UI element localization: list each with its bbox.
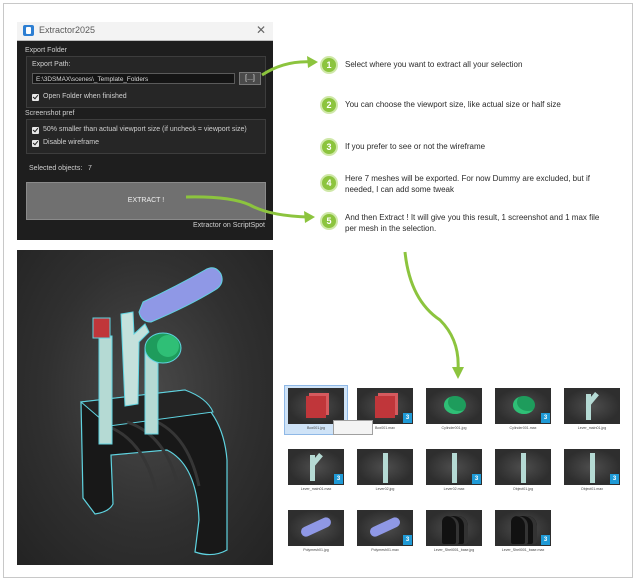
blue-handle-thumbnail-shape: [368, 515, 402, 539]
result-filename: Lever_main01.jpg: [577, 426, 607, 430]
arrow-to-step1: [261, 60, 314, 77]
max-file-icon: 3: [541, 535, 550, 545]
result-thumbnail: 3: [357, 388, 413, 424]
joystick-model: [79, 267, 228, 556]
green-cylinder-cap: [157, 335, 179, 357]
result-thumbnail: [288, 510, 344, 546]
blue-handle-thumbnail-shape: [299, 515, 333, 539]
straight-lever-thumbnail-shape: [452, 453, 457, 483]
result-filename: Lever02.max: [443, 487, 465, 491]
blue-handle: [138, 267, 223, 323]
result-filename: Lever_main01.max: [300, 487, 332, 491]
max-file-icon: 3: [610, 474, 619, 484]
result-file-item[interactable]: Cylinder001.jpg: [423, 386, 485, 434]
result-thumbnail: [426, 388, 482, 424]
result-file-item[interactable]: 3 Lever_main01.max: [285, 447, 347, 495]
green-cylinder-thumbnail-shape: [513, 396, 535, 414]
result-filename: Lever02.jpg: [375, 487, 395, 491]
black-base-thumbnail-shape: [511, 516, 537, 544]
result-file-item[interactable]: Lever_Shell001_base.jpg: [423, 508, 485, 556]
arrow-head-1: [307, 56, 318, 68]
result-filename: Polymesh01.max: [371, 548, 399, 552]
result-thumbnail: 3: [426, 449, 482, 485]
max-file-icon: 3: [403, 413, 412, 423]
result-file-item[interactable]: Lever02.jpg: [354, 447, 416, 495]
result-filename: Polymesh01.jpg: [303, 548, 329, 552]
max-file-icon: 3: [541, 413, 550, 423]
arrow-head-5: [304, 211, 315, 223]
arrow-head-results: [452, 367, 464, 379]
result-thumbnail: 3: [495, 388, 551, 424]
step-1-text: Select where you want to extract all you…: [345, 60, 523, 69]
step-4-number: 4: [320, 174, 338, 192]
result-filename: Object01.jpg: [512, 487, 534, 491]
step-3-text: If you prefer to see or not the wirefram…: [345, 142, 486, 151]
result-thumbnail: [288, 388, 344, 424]
result-thumbnail: [357, 449, 413, 485]
result-thumbnail: [426, 510, 482, 546]
step-5-text: And then Extract ! It will give you this…: [345, 213, 600, 233]
red-box-thumbnail-shape: [375, 396, 395, 418]
result-filename: Lever_Shell001_base.jpg: [433, 548, 475, 552]
result-file-item[interactable]: 3 Lever_Shell001_base.max: [492, 508, 554, 556]
file-tooltip: [333, 420, 373, 435]
left-lever: [98, 335, 113, 445]
max-file-icon: 3: [334, 474, 343, 484]
result-thumbnail: [495, 449, 551, 485]
result-file-item[interactable]: Lever_main01.jpg: [561, 386, 623, 434]
step-4-text: Here 7 meshes will be exported. For now …: [345, 174, 590, 194]
result-file-item[interactable]: Polymesh01.jpg: [285, 508, 347, 556]
3d-viewport[interactable]: [17, 250, 273, 565]
max-file-icon: 3: [472, 474, 481, 484]
result-thumbnail: 3: [564, 449, 620, 485]
result-file-item[interactable]: 3 Lever02.max: [423, 447, 485, 495]
step-1-number: 1: [320, 56, 338, 74]
step-3-number: 3: [320, 138, 338, 156]
step-5-number: 5: [320, 212, 338, 230]
black-base-thumbnail-shape: [442, 516, 468, 544]
result-thumbnail: 3: [495, 510, 551, 546]
result-thumbnail: [564, 388, 620, 424]
result-filename: Object01.max: [580, 487, 604, 491]
result-file-item[interactable]: Object01.jpg: [492, 447, 554, 495]
red-box: [92, 317, 111, 339]
straight-lever-thumbnail-shape: [521, 453, 526, 483]
result-file-item[interactable]: 3 Object01.max: [561, 447, 623, 495]
straight-lever-thumbnail-shape: [383, 453, 388, 483]
max-file-icon: 3: [403, 535, 412, 545]
green-cylinder-thumbnail-shape: [444, 396, 466, 414]
result-thumbnail: 3: [357, 510, 413, 546]
result-filename: Cylinder001.jpg: [441, 426, 467, 430]
results-grid: Box001.jpg 3 Box001.max Cylinder001.jpg 3 Cyl…: [284, 385, 630, 556]
step-2-text: You can choose the viewport size, like a…: [345, 100, 561, 109]
step-2-number: 2: [320, 96, 338, 114]
arrow-to-step5: [185, 195, 309, 219]
result-file-item[interactable]: 3 Cylinder001.max: [492, 386, 554, 434]
result-filename: Lever_Shell001_base.max: [501, 548, 545, 552]
red-box-thumbnail-shape: [306, 396, 326, 418]
arrow-to-results: [403, 251, 460, 371]
result-filename: Cylinder001.max: [509, 426, 537, 430]
straight-lever-thumbnail-shape: [590, 453, 595, 483]
result-file-item[interactable]: 3 Polymesh01.max: [354, 508, 416, 556]
result-thumbnail: 3: [288, 449, 344, 485]
